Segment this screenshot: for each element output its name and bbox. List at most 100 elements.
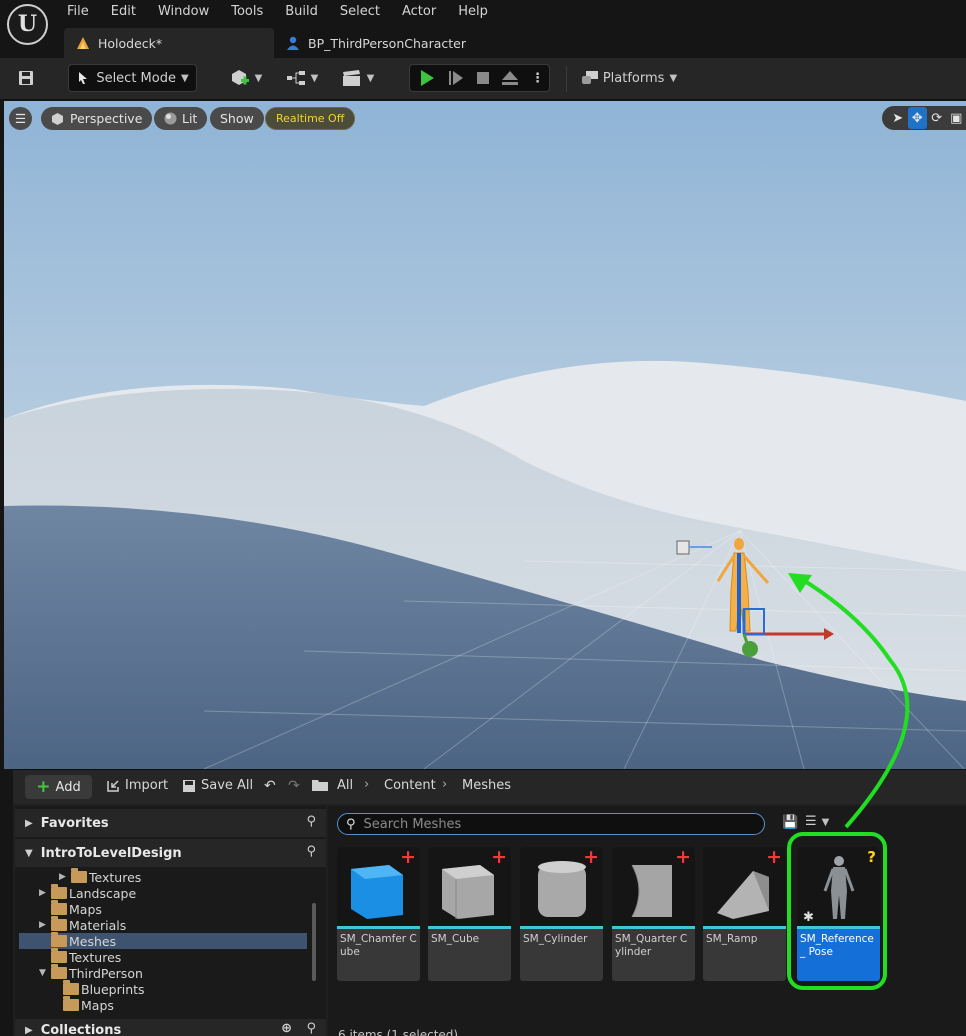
save-all-icon bbox=[183, 779, 195, 792]
menu-select[interactable]: Select bbox=[329, 0, 391, 24]
lit-button[interactable]: Lit bbox=[154, 107, 208, 130]
move-tool-icon[interactable]: ✥ bbox=[907, 107, 927, 129]
asset-tile-sm-cube[interactable]: + SM_Cube bbox=[428, 847, 511, 981]
play-controls: ⋮ bbox=[409, 64, 550, 92]
search-meshes-input[interactable]: ⚲ Search Meshes bbox=[337, 813, 765, 835]
collections-header[interactable]: ▶ Collections ⊕ ⚲ bbox=[15, 1019, 326, 1036]
blueprints-button[interactable]: ▼ bbox=[282, 64, 322, 92]
project-root-header[interactable]: ▼ IntroToLevelDesign ⚲ bbox=[15, 839, 326, 867]
folder-icon[interactable] bbox=[312, 778, 328, 791]
save-search-icon[interactable]: 💾 bbox=[782, 815, 798, 830]
unknown-status-icon: ? bbox=[867, 848, 876, 866]
content-browser: + Add Import Save All ↶ ↷ All › Content ›… bbox=[13, 769, 966, 1036]
modified-asterisk-icon: ✱ bbox=[803, 910, 814, 925]
save-icon[interactable] bbox=[12, 64, 40, 92]
tree-item-maps-2[interactable]: Maps bbox=[63, 996, 114, 1013]
rotate-tool-icon[interactable]: ⟳ bbox=[927, 107, 947, 129]
asset-tile-sm-quarter-cylinder[interactable]: + SM_Quarter Cylinder bbox=[612, 847, 695, 981]
viewport-menu-icon[interactable]: ☰ bbox=[9, 107, 32, 130]
eject-icon[interactable] bbox=[501, 70, 519, 86]
realtime-label: Realtime Off bbox=[276, 112, 345, 125]
select-mode-icon bbox=[79, 72, 88, 84]
new-asset-icon: + bbox=[675, 847, 691, 868]
add-collection-icon[interactable]: ⊕ bbox=[281, 1021, 292, 1036]
platforms-label: Platforms bbox=[602, 70, 665, 86]
menu-edit[interactable]: Edit bbox=[100, 0, 147, 24]
sources-panel: ▶ Favorites ⚲ ▼ IntroToLevelDesign ⚲ ▶ Text… bbox=[15, 806, 326, 1036]
collections-label: Collections bbox=[40, 1022, 122, 1036]
search-icon: ⚲ bbox=[346, 816, 356, 832]
level-icon bbox=[76, 36, 90, 50]
menu-window[interactable]: Window bbox=[147, 0, 220, 24]
tab-bp-thirdpersoncharacter[interactable]: BP_ThirdPersonCharacter bbox=[274, 28, 480, 58]
select-mode-label: Select Mode bbox=[96, 70, 176, 86]
breadcrumb-meshes[interactable]: Meshes bbox=[462, 778, 511, 793]
lit-sphere-icon bbox=[164, 112, 177, 125]
tree-item-meshes[interactable]: Meshes bbox=[19, 932, 307, 949]
import-label: Import bbox=[125, 778, 169, 793]
blueprint-graph-icon bbox=[286, 71, 305, 85]
stop-icon[interactable] bbox=[475, 70, 491, 86]
asset-tile-sm-cylinder[interactable]: + SM_Cylinder bbox=[520, 847, 603, 981]
realtime-off-badge[interactable]: Realtime Off bbox=[265, 107, 356, 130]
tree-item-maps[interactable]: Maps bbox=[51, 900, 102, 917]
forward-arrow-icon[interactable]: ↷ bbox=[288, 778, 300, 794]
clapperboard-icon bbox=[342, 70, 360, 86]
menu-build[interactable]: Build bbox=[274, 0, 329, 24]
platforms-dropdown[interactable]: Platforms ▼ bbox=[580, 64, 678, 92]
blueprint-pawn-icon bbox=[286, 36, 300, 50]
search-placeholder: Search Meshes bbox=[363, 816, 462, 832]
back-arrow-icon[interactable]: ↶ bbox=[264, 778, 276, 794]
add-actor-icon bbox=[231, 70, 249, 85]
add-actor-button[interactable]: ▼ bbox=[226, 64, 266, 92]
breadcrumb-all[interactable]: All bbox=[337, 778, 353, 793]
select-arrow-icon[interactable]: ➤ bbox=[888, 107, 908, 129]
show-button[interactable]: Show bbox=[210, 107, 264, 130]
menu-help[interactable]: Help bbox=[447, 0, 499, 24]
add-label: Add bbox=[55, 779, 81, 795]
document-tabs: Holodeck* BP_ThirdPersonCharacter bbox=[64, 28, 480, 58]
tree-item-materials[interactable]: ▶ Materials bbox=[39, 916, 126, 933]
import-button[interactable]: Import bbox=[106, 778, 168, 793]
scale-tool-icon[interactable]: ▣ bbox=[947, 107, 966, 129]
tree-scrollbar[interactable] bbox=[312, 903, 316, 981]
breadcrumb-separator: › bbox=[442, 777, 448, 792]
tab-label: BP_ThirdPersonCharacter bbox=[308, 35, 466, 51]
favorites-header[interactable]: ▶ Favorites ⚲ bbox=[15, 809, 326, 837]
more-options-icon[interactable]: ⋮ bbox=[531, 71, 544, 86]
item-count-status: 6 items (1 selected) bbox=[338, 1028, 459, 1036]
tree-item-thirdperson[interactable]: ▼ ThirdPerson bbox=[39, 964, 143, 981]
asset-view: ⚲ Search Meshes 💾 ☰ ▼ + SM_Chamfer Cube +… bbox=[328, 806, 966, 1036]
menu-actor[interactable]: Actor bbox=[391, 0, 447, 24]
select-mode-dropdown[interactable]: Select Mode ▼ bbox=[68, 64, 197, 92]
main-toolbar: Select Mode ▼ ▼ ▼ ▼ ⋮ Platforms ▼ bbox=[0, 58, 966, 100]
asset-tile-sm-reference-pose[interactable]: ? ✱ SM_Reference_ Pose bbox=[797, 847, 880, 981]
play-icon[interactable] bbox=[418, 69, 436, 87]
tree-item-landscape[interactable]: ▶ Landscape bbox=[39, 884, 136, 901]
tree-item-blueprints[interactable]: Blueprints bbox=[63, 980, 145, 997]
save-all-button[interactable]: Save All bbox=[182, 778, 253, 793]
favorites-label: Favorites bbox=[40, 815, 109, 831]
menu-tools[interactable]: Tools bbox=[220, 0, 274, 24]
filter-icon[interactable]: ☰ ▼ bbox=[805, 814, 829, 829]
tree-item-textures-2[interactable]: Textures bbox=[51, 948, 121, 965]
search-icon[interactable]: ⚲ bbox=[306, 814, 316, 829]
content-browser-toolbar: + Add Import Save All ↶ ↷ All › Content ›… bbox=[13, 770, 966, 804]
import-icon bbox=[107, 779, 119, 792]
cinematics-button[interactable]: ▼ bbox=[338, 64, 378, 92]
tree-item-textures[interactable]: ▶ Textures bbox=[59, 868, 141, 885]
advance-frame-icon[interactable] bbox=[447, 69, 465, 87]
menu-bar: File Edit Window Tools Build Select Acto… bbox=[56, 0, 499, 24]
tab-holodeck[interactable]: Holodeck* bbox=[64, 28, 274, 58]
asset-tile-sm-ramp[interactable]: + SM_Ramp bbox=[703, 847, 786, 981]
menu-file[interactable]: File bbox=[56, 0, 100, 24]
title-bar: U File Edit Window Tools Build Select Ac… bbox=[0, 0, 966, 58]
asset-tile-sm-chamfer-cube[interactable]: + SM_Chamfer Cube bbox=[337, 847, 420, 981]
perspective-button[interactable]: Perspective bbox=[41, 107, 153, 130]
search-icon[interactable]: ⚲ bbox=[306, 1021, 316, 1036]
search-icon[interactable]: ⚲ bbox=[306, 844, 316, 859]
breadcrumb-content[interactable]: Content bbox=[384, 778, 436, 793]
add-button[interactable]: + Add bbox=[25, 775, 92, 799]
level-viewport[interactable]: ☰ Perspective Lit Show Realtime Off ➤ ✥ … bbox=[4, 101, 966, 769]
unreal-logo-icon[interactable]: U bbox=[7, 4, 48, 45]
